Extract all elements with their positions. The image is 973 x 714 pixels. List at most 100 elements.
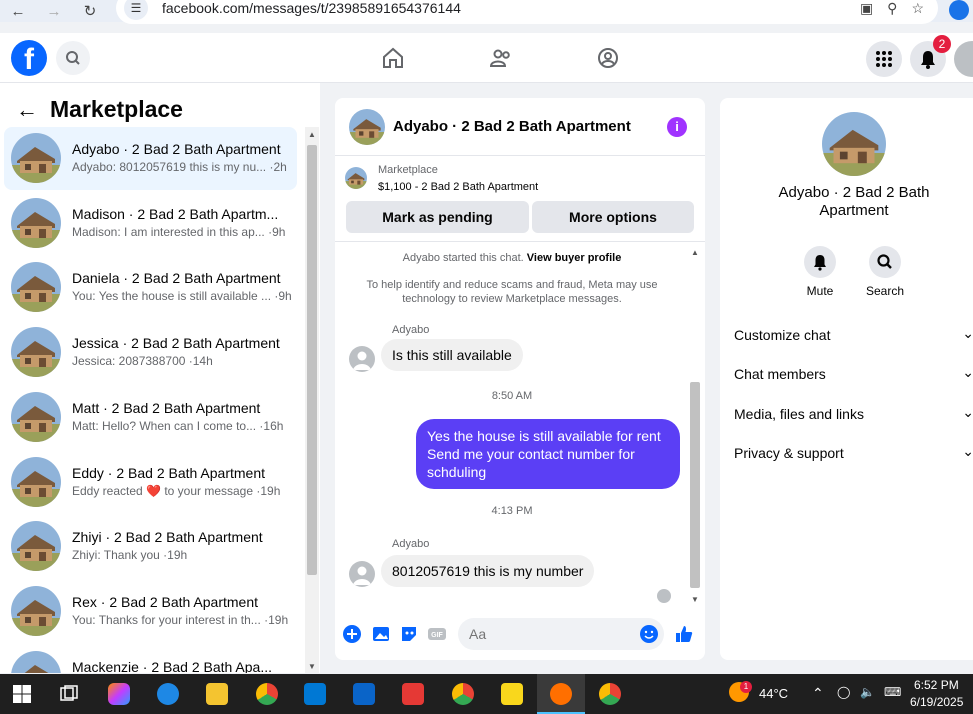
house-photo-icon [11, 391, 61, 442]
reload-icon[interactable]: ↻ [72, 2, 108, 20]
message-composer: GIF [335, 616, 705, 652]
chat-title[interactable]: Adyabo · 2 Bad 2 Bath Apartment [393, 118, 631, 135]
conversation-avatar [11, 456, 61, 507]
listing-thumbnail[interactable] [345, 167, 367, 189]
chrome-profile-icon[interactable] [452, 683, 474, 705]
conversation-item[interactable]: Rex · 2 Bad 2 Bath Apartment You: Thanks … [4, 580, 297, 643]
scroll-up-icon[interactable]: ▲ [305, 130, 319, 139]
conversation-item[interactable]: Mackenzie · 2 Bad 2 Bath Apa... [4, 645, 297, 673]
meet-now-icon[interactable]: ◯ [837, 685, 850, 699]
sticker-icon[interactable] [399, 624, 419, 644]
clock-date[interactable]: 6/19/2025 [910, 695, 963, 709]
details-avatar[interactable] [822, 112, 886, 176]
scrollbar-thumb[interactable] [690, 382, 700, 588]
forward-nav-icon[interactable]: → [36, 3, 72, 20]
customize-chat-section[interactable]: Customize chat ⌄ [734, 325, 973, 343]
emoji-icon[interactable] [639, 624, 659, 644]
search-in-chat-button[interactable]: Search [855, 246, 915, 298]
media-files-links-section[interactable]: Media, files and links ⌄ [734, 404, 973, 422]
groups-icon[interactable] [596, 46, 620, 70]
conversation-item[interactable]: Jessica · 2 Bad 2 Bath Apartment Jessica:… [4, 321, 297, 384]
windows-taskbar: 1 44°C ⌃ ◯ 🔈 ⌨ 6:52 PM 6/19/2025 [0, 674, 973, 714]
chrome-icon[interactable] [256, 683, 278, 705]
file-explorer-icon[interactable] [206, 683, 228, 705]
conversation-preview: You: Yes the house is still available ..… [72, 289, 292, 304]
active-taskbar-app[interactable] [537, 674, 585, 714]
back-arrow-icon[interactable]: ← [16, 97, 38, 123]
conversation-preview: You: Thanks for your interest in th... ·… [72, 612, 289, 627]
microsoft-store-icon[interactable] [304, 683, 326, 705]
more-options-button[interactable]: More options [532, 201, 694, 233]
conversation-item[interactable]: Zhiyi · 2 Bad 2 Bath Apartment Zhiyi: Tha… [4, 515, 297, 578]
language-icon[interactable]: ⌨ [884, 685, 901, 699]
scrollbar-thumb[interactable] [307, 145, 317, 575]
photo-icon[interactable] [371, 624, 391, 644]
speaker-icon[interactable]: 🔈 [860, 685, 875, 699]
person-icon [353, 566, 371, 585]
sticky-notes-icon[interactable] [501, 683, 523, 705]
info-icon[interactable]: i [667, 117, 687, 137]
windows-start-icon[interactable] [11, 683, 33, 705]
conversation-name: Daniela · 2 Bad 2 Bath Apartment [72, 270, 281, 287]
privacy-support-section[interactable]: Privacy & support ⌄ [734, 443, 973, 461]
task-view-icon[interactable] [58, 683, 80, 705]
sender-avatar[interactable] [349, 346, 375, 372]
plus-circle-icon[interactable] [342, 624, 362, 644]
site-info-icon[interactable]: ☰ [124, 0, 148, 20]
edge-browser-icon[interactable] [157, 683, 179, 705]
home-icon[interactable] [381, 46, 405, 70]
conversation-item[interactable]: Madison · 2 Bad 2 Bath Apartm... Madison:… [4, 192, 297, 255]
install-app-icon[interactable]: ▣ [860, 0, 873, 17]
conversation-item[interactable]: Eddy · 2 Bad 2 Bath Apartment Eddy reacte… [4, 451, 297, 514]
listing-title[interactable]: $1,100 - 2 Bad 2 Bath Apartment [378, 181, 538, 193]
chevron-down-icon: ⌄ [962, 404, 973, 420]
outlook-icon[interactable] [353, 683, 375, 705]
address-bar[interactable]: ☰ facebook.com/messages/t/23985891654376… [116, 0, 938, 24]
outgoing-message[interactable]: Yes the house is still available for ren… [416, 419, 680, 489]
tray-overflow-icon[interactable]: ⌃ [812, 685, 824, 702]
mute-button[interactable]: Mute [790, 246, 850, 298]
house-photo-icon [345, 167, 367, 189]
chat-avatar[interactable] [349, 109, 385, 145]
bookmark-star-icon[interactable]: ☆ [911, 0, 924, 17]
conversation-name: Eddy · 2 Bad 2 Bath Apartment [72, 464, 266, 481]
copilot-icon[interactable] [108, 683, 130, 705]
conversation-preview: Jessica: 2087388700 ·14h [72, 354, 213, 369]
browser-profile-icon[interactable] [949, 0, 969, 20]
conversation-item[interactable]: Adyabo · 2 Bad 2 Bath Apartment Adyabo: 8… [4, 127, 297, 190]
friends-icon[interactable] [489, 46, 513, 70]
chat-members-section[interactable]: Chat members ⌄ [734, 364, 973, 382]
message-input[interactable] [458, 618, 664, 650]
chrome-second-icon[interactable] [599, 683, 621, 705]
conversation-name: Rex · 2 Bad 2 Bath Apartment [72, 593, 258, 610]
conversation-name: Mackenzie · 2 Bad 2 Bath Apa... [72, 658, 273, 673]
scroll-down-icon[interactable]: ▼ [691, 595, 699, 604]
anydesk-icon[interactable] [402, 683, 424, 705]
sender-avatar[interactable] [349, 561, 375, 587]
incoming-message[interactable]: 8012057619 this is my number [381, 555, 595, 587]
message-timestamp: 8:50 AM [491, 390, 533, 402]
gif-icon[interactable]: GIF [427, 624, 447, 644]
conversation-item[interactable]: Matt · 2 Bad 2 Bath Apartment Matt: Hello… [4, 386, 297, 449]
house-photo-icon [11, 327, 61, 378]
clock-time[interactable]: 6:52 PM [914, 678, 959, 692]
conversation-name: Adyabo · 2 Bad 2 Bath Apartment [72, 141, 281, 157]
thumbs-up-icon[interactable] [674, 624, 694, 644]
temperature[interactable]: 44°C [759, 686, 788, 701]
incoming-message[interactable]: Is this still available [381, 339, 523, 371]
back-nav-icon[interactable]: ← [0, 3, 36, 20]
facebook-logo-icon[interactable]: f [11, 40, 47, 76]
search-button[interactable] [56, 41, 90, 75]
view-buyer-profile-link[interactable]: View buyer profile [527, 252, 622, 264]
menu-button[interactable] [866, 41, 902, 77]
conversation-item[interactable]: Daniela · 2 Bad 2 Bath Apartment You: Yes… [4, 256, 297, 319]
conversation-list-scrollbar[interactable]: ▲ ▼ [305, 127, 319, 673]
zoom-icon[interactable]: ⚲ [887, 0, 897, 17]
thread-scrollbar[interactable]: ▲ ▼ [688, 248, 702, 604]
scroll-down-icon[interactable]: ▼ [308, 662, 316, 671]
scroll-up-icon[interactable]: ▲ [688, 248, 702, 257]
chat-header: Adyabo · 2 Bad 2 Bath Apartment i [335, 98, 705, 156]
mark-as-pending-button[interactable]: Mark as pending [346, 201, 529, 233]
conversation-avatar [11, 327, 61, 378]
account-avatar[interactable] [954, 41, 973, 77]
